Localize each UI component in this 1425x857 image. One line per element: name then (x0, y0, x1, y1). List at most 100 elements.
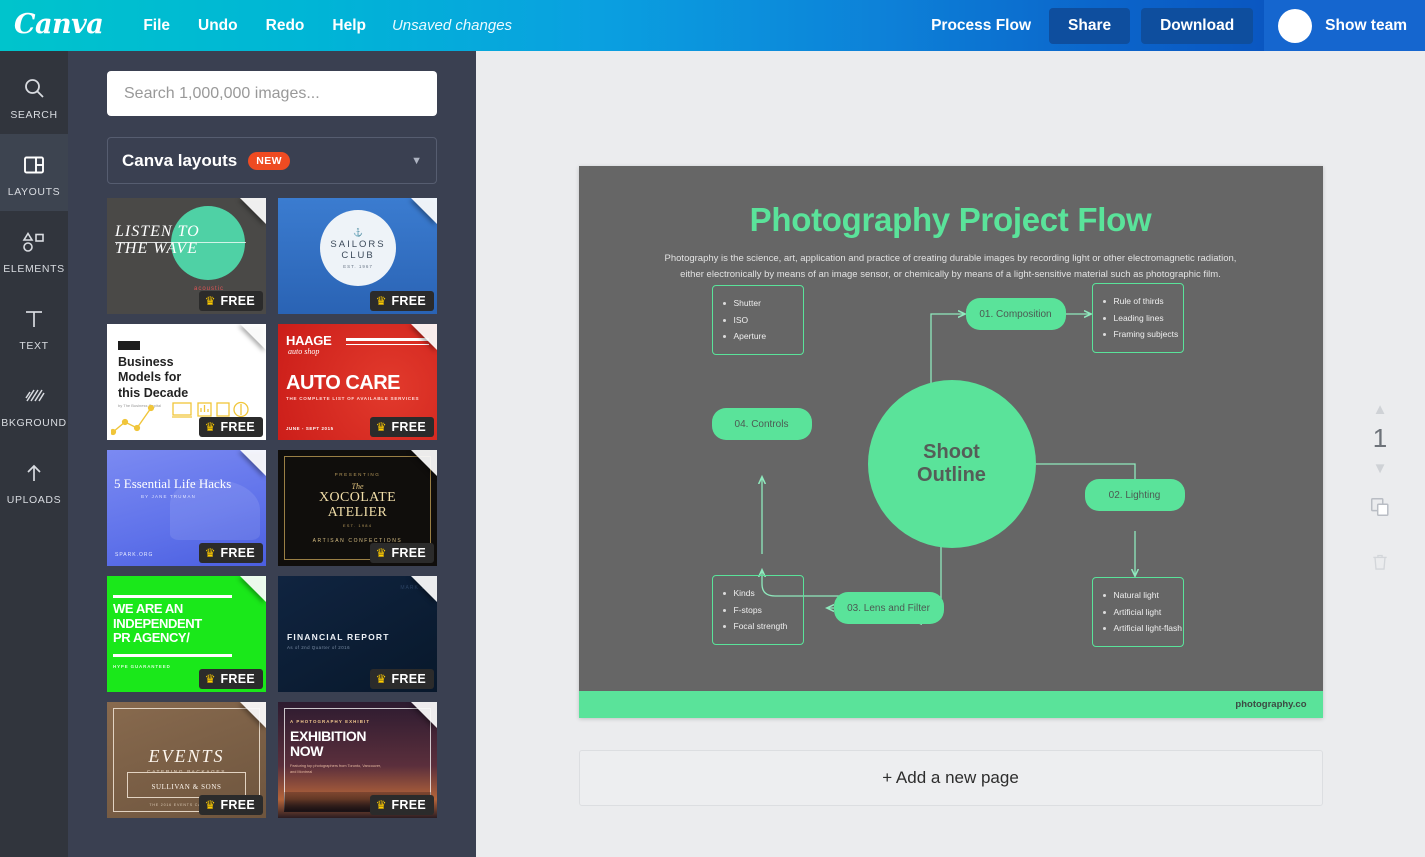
free-label: FREE (391, 420, 426, 434)
download-button[interactable]: Download (1141, 7, 1254, 44)
thumb-text: THE WAVE (115, 239, 198, 257)
rail-item-search[interactable]: SEARCH (0, 57, 68, 134)
page-number: 1 (1372, 423, 1388, 453)
thumb-text: SPARK.ORG (115, 552, 154, 558)
page-curl-icon (240, 450, 266, 476)
rail-label-elements: ELEMENTS (3, 263, 65, 275)
detail-list: Natural light Artificial light Artificia… (1101, 587, 1182, 637)
layout-thumbnail-grid: LISTEN TO THE WAVE acoustic ♛ FREE ⚓ SAI… (68, 198, 476, 818)
thumb-text: PRESENTING (334, 471, 381, 477)
thumb-text: ATELIER (327, 504, 388, 520)
node-label: 03. Lens and Filter (847, 602, 930, 614)
layout-thumbnail[interactable]: ⚓ SAILORS CLUB EST. 1967 ♛ FREE (278, 198, 437, 314)
thumb-text: HYPE GUARANTEED (113, 664, 171, 669)
chevron-down-icon[interactable]: ▼ (1365, 455, 1396, 482)
thumb-text: WE ARE AN (113, 601, 183, 616)
node-lighting[interactable]: 02. Lighting (1084, 479, 1185, 511)
rail-item-text[interactable]: TEXT (0, 288, 68, 365)
box-controls-details[interactable]: Shutter ISO Aperture (711, 285, 804, 355)
menu-file[interactable]: File (129, 11, 184, 41)
flow-diagram: Shoot Outline 01. Composition 02. Lighti… (579, 166, 1323, 718)
page-tools: ▲ 1 ▼ (1361, 396, 1399, 592)
menu-redo[interactable]: Redo (252, 11, 319, 41)
layouts-panel: Canva layouts NEW ▼ LISTEN TO THE WAVE a… (68, 51, 476, 857)
thumb-text: EST. 1984 (342, 523, 373, 529)
node-lens-and-filter[interactable]: 03. Lens and Filter (833, 592, 944, 624)
layouts-icon (22, 150, 46, 180)
layout-thumbnail[interactable]: Business Models for this Decade by The B… (107, 324, 266, 440)
canva-logo[interactable]: Canva (14, 9, 104, 43)
rail-item-elements[interactable]: ELEMENTS (0, 211, 68, 288)
crown-icon: ♛ (204, 546, 216, 560)
thumb-text: AUTO CARE (286, 372, 401, 394)
node-controls[interactable]: 04. Controls (711, 408, 812, 440)
free-badge: ♛ FREE (198, 417, 263, 437)
crown-icon: ♛ (375, 798, 387, 812)
app-header: Canva File Undo Redo Help Unsaved change… (0, 0, 1425, 51)
crown-icon: ♛ (375, 420, 387, 434)
crown-icon: ♛ (375, 294, 387, 308)
rail-item-uploads[interactable]: UPLOADS (0, 442, 68, 519)
thumb-text: BY JANE TRUMAN (141, 494, 196, 499)
tool-rail: SEARCH LAYOUTS ELEMENTS TEXT BKGROUND UP… (0, 51, 68, 857)
layout-thumbnail[interactable]: LISTEN TO THE WAVE acoustic ♛ FREE (107, 198, 266, 314)
search-icon (22, 73, 46, 103)
thumb-text: Models for (118, 370, 182, 385)
design-page[interactable]: Photography Project Flow Photography is … (578, 166, 1323, 718)
page-curl-icon (411, 702, 437, 728)
free-label: FREE (391, 672, 426, 686)
thumb-text: Featuring top photographers from Toronto… (290, 764, 382, 774)
thumb-text: EVENTS (148, 745, 225, 766)
box-composition-details[interactable]: Rule of thirds Leading lines Framing sub… (1091, 283, 1184, 353)
trash-icon[interactable] (1362, 537, 1398, 592)
page-curl-icon (411, 198, 437, 224)
elements-icon (21, 227, 47, 257)
free-label: FREE (391, 294, 426, 308)
box-lighting-details[interactable]: Natural light Artificial light Artificia… (1091, 577, 1184, 647)
node-label: 01. Composition (979, 308, 1052, 320)
layout-thumbnail[interactable]: HAAGE auto shop AUTO CARE THE COMPLETE L… (278, 324, 437, 440)
layout-thumbnail[interactable]: WE ARE AN INDEPENDENT PR AGENCY/ HYPE GU… (107, 576, 266, 692)
free-badge: ♛ FREE (198, 669, 263, 689)
detail-item: Natural light (1101, 587, 1173, 604)
free-label: FREE (220, 294, 255, 308)
thumb-text: PR AGENCY/ (113, 630, 190, 646)
free-badge: ♛ FREE (369, 795, 434, 815)
hub-node[interactable]: Shoot Outline (867, 380, 1036, 548)
node-label: 04. Controls (734, 418, 789, 430)
uploads-icon (22, 458, 46, 488)
chevron-up-icon[interactable]: ▲ (1365, 396, 1396, 423)
layouts-category-dropdown[interactable]: Canva layouts NEW ▼ (107, 137, 437, 184)
free-label: FREE (391, 546, 426, 560)
layout-thumbnail[interactable]: A PHOTOGRAPHY EXHIBIT EXHIBITION NOW Fea… (278, 702, 437, 818)
share-button[interactable]: Share (1049, 7, 1131, 44)
crown-icon: ♛ (204, 420, 216, 434)
menu-help[interactable]: Help (318, 11, 380, 41)
free-label: FREE (220, 798, 255, 812)
hub-label-line1: Shoot (923, 441, 980, 463)
document-title[interactable]: Process Flow (919, 10, 1043, 42)
thumb-text: EST. 1967 (343, 263, 373, 269)
duplicate-icon[interactable] (1361, 482, 1399, 537)
page-curl-icon (240, 324, 266, 350)
menu-undo[interactable]: Undo (184, 11, 252, 41)
page-curl-icon (240, 576, 266, 602)
detail-list: Shutter ISO Aperture (721, 295, 793, 345)
layout-thumbnail[interactable]: 5 Essential Life Hacks BY JANE TRUMAN SP… (107, 450, 266, 566)
layout-thumbnail[interactable]: PRESENTING The XOCOLATE ATELIER EST. 198… (278, 450, 437, 566)
show-team-button[interactable]: Show team (1264, 0, 1425, 51)
search-input[interactable] (107, 71, 437, 116)
rail-item-background[interactable]: BKGROUND (0, 365, 68, 442)
rail-item-layouts[interactable]: LAYOUTS (0, 134, 68, 211)
detail-item: Aperture (721, 328, 793, 345)
header-actions: Process Flow Share Download Show team (919, 0, 1425, 51)
box-lens-details[interactable]: Kinds F-stops Focal strength (711, 575, 804, 645)
layout-thumbnail[interactable]: EVENTS CATERING PACKAGES SULLIVAN & SONS… (107, 702, 266, 818)
crown-icon: ♛ (375, 546, 387, 560)
thumb-text: EXHIBITION (290, 728, 367, 744)
node-composition[interactable]: 01. Composition (965, 298, 1066, 330)
add-page-button[interactable]: + Add a new page (578, 750, 1323, 806)
thumb-text: SULLIVAN & SONS (151, 783, 222, 791)
layout-thumbnail[interactable]: MARK 1 FINANCIAL REPORT As of 2nd Quarte… (278, 576, 437, 692)
thumb-text: 5 Essential Life Hacks (114, 476, 232, 491)
